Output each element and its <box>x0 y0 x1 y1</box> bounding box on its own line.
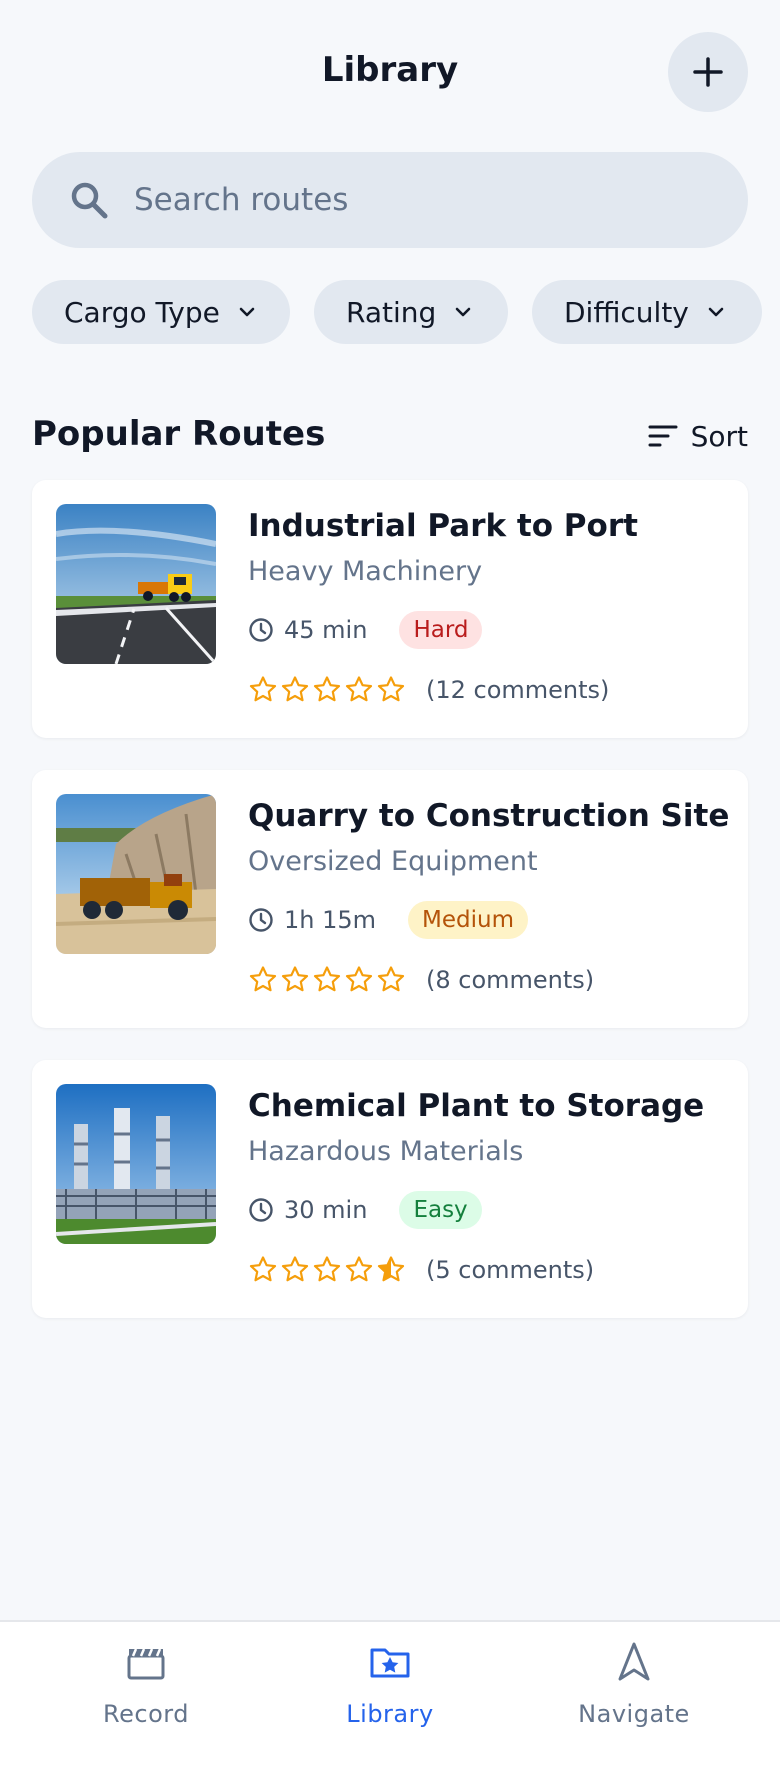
star-icon <box>345 966 373 992</box>
chevron-down-icon <box>239 307 255 317</box>
star-icon <box>281 966 309 992</box>
route-duration: 45 min <box>284 616 368 644</box>
star-icon <box>313 966 341 992</box>
clock-icon <box>249 908 273 932</box>
star-rating <box>248 1255 408 1285</box>
search-icon <box>71 182 108 219</box>
route-title: Industrial Park to Port <box>248 508 638 544</box>
star-icon <box>313 676 341 702</box>
difficulty-badge: Hard <box>399 611 483 649</box>
add-route-button[interactable] <box>668 32 748 112</box>
chevron-down-icon <box>708 307 724 317</box>
route-meta: 45 min Hard <box>248 610 483 650</box>
nav-label: Navigate <box>578 1700 690 1728</box>
route-title: Chemical Plant to Storage <box>248 1088 705 1124</box>
star-icon <box>249 966 277 992</box>
filter-rating[interactable]: Rating <box>314 280 508 344</box>
section-title: Popular Routes <box>32 414 326 454</box>
route-title: Quarry to Construction Site <box>248 798 730 834</box>
route-comments[interactable]: (8 comments) <box>426 966 594 994</box>
route-rating: (8 comments) <box>248 962 594 998</box>
plus-icon <box>693 57 723 87</box>
route-cargo: Hazardous Materials <box>248 1136 524 1167</box>
route-rating: (12 comments) <box>248 672 609 708</box>
difficulty-badge: Easy <box>399 1191 482 1229</box>
star-icon <box>377 676 405 702</box>
star-rating <box>248 965 408 995</box>
star-icon <box>249 676 277 702</box>
clapperboard-icon <box>127 1648 165 1680</box>
navigation-arrow-icon <box>618 1642 650 1681</box>
search-input[interactable] <box>134 182 694 218</box>
clock-icon <box>249 1198 273 1222</box>
star-rating <box>248 675 408 705</box>
filter-cargo-type[interactable]: Cargo Type <box>32 280 290 344</box>
route-image-quarry-hauler <box>56 794 216 954</box>
route-card[interactable]: Chemical Plant to Storage Hazardous Mate… <box>32 1060 748 1318</box>
star-icon <box>377 1256 405 1282</box>
star-icon <box>345 676 373 702</box>
filter-difficulty[interactable]: Difficulty <box>532 280 762 344</box>
route-comments[interactable]: (12 comments) <box>426 676 609 704</box>
sort-button[interactable]: Sort <box>647 418 748 454</box>
star-icon <box>345 1256 373 1282</box>
star-icon <box>281 1256 309 1282</box>
folder-star-icon <box>370 1648 410 1678</box>
search-bar[interactable] <box>32 152 748 248</box>
nav-label: Record <box>103 1700 189 1728</box>
route-comments[interactable]: (5 comments) <box>426 1256 594 1284</box>
nav-item-navigate[interactable]: Navigate <box>534 1640 734 1750</box>
star-icon <box>313 1256 341 1282</box>
star-icon <box>281 676 309 702</box>
filter-chips: Cargo Type Rating Difficulty <box>32 280 780 344</box>
filter-label: Difficulty <box>564 295 689 329</box>
nav-item-library[interactable]: Library <box>290 1640 490 1750</box>
star-icon <box>377 966 405 992</box>
header: Library <box>0 0 780 140</box>
chevron-down-icon <box>455 307 471 317</box>
route-duration: 1h 15m <box>284 906 377 934</box>
nav-item-record[interactable]: Record <box>46 1640 246 1750</box>
route-meta: 30 min Easy <box>248 1190 482 1230</box>
route-card[interactable]: Quarry to Construction Site Oversized Eq… <box>32 770 748 1028</box>
filter-label: Cargo Type <box>64 295 220 329</box>
star-icon <box>249 1256 277 1282</box>
bottom-nav: Record Library Navigate <box>0 1620 780 1768</box>
route-image-highway-truck <box>56 504 216 664</box>
clock-icon <box>249 618 273 642</box>
sort-label: Sort <box>690 419 748 453</box>
route-cargo: Oversized Equipment <box>248 846 538 877</box>
route-duration: 30 min <box>284 1196 368 1224</box>
difficulty-badge: Medium <box>408 901 528 939</box>
sort-icon <box>648 425 678 447</box>
page-title: Library <box>321 50 459 90</box>
route-card[interactable]: Industrial Park to Port Heavy Machinery … <box>32 480 748 738</box>
route-cargo: Heavy Machinery <box>248 556 483 587</box>
nav-label: Library <box>346 1700 434 1728</box>
route-meta: 1h 15m Medium <box>248 900 528 940</box>
filter-label: Rating <box>346 295 437 329</box>
route-rating: (5 comments) <box>248 1252 594 1288</box>
route-image-chemical-plant <box>56 1084 216 1244</box>
